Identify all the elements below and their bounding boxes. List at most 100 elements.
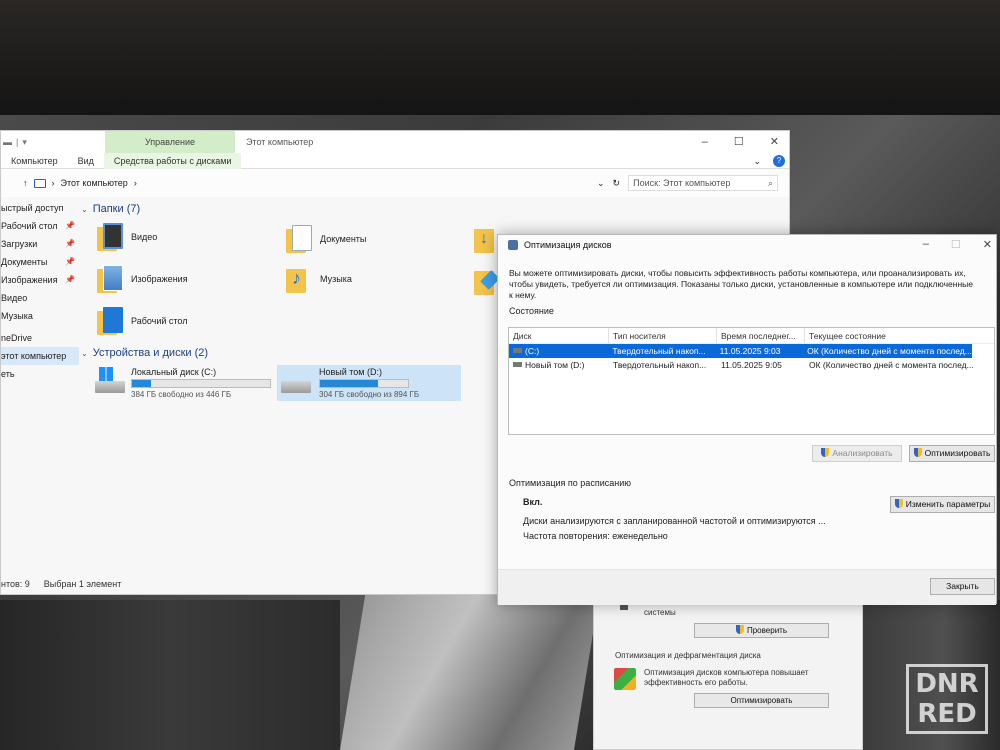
- chevron-down-icon[interactable]: ⌄: [753, 156, 761, 167]
- nav-item-pictures[interactable]: Изображения 📌: [1, 271, 79, 289]
- tab-computer[interactable]: Компьютер: [1, 153, 68, 169]
- close-icon[interactable]: ✕: [770, 131, 779, 153]
- column-header[interactable]: Тип носителя: [609, 328, 717, 343]
- chevron-down-icon: ⌄: [81, 348, 88, 358]
- nav-item-downloads[interactable]: Загрузки 📌: [1, 235, 79, 253]
- desktop-folder-icon: [97, 307, 123, 335]
- check-button[interactable]: Проверить: [694, 623, 829, 638]
- button-label: Анализировать: [832, 448, 893, 458]
- system-properties-window: системы Проверить Оптимизация и дефрагме…: [593, 595, 863, 750]
- section-description: Оптимизация дисков компьютера повышает: [644, 668, 809, 677]
- optimize-button-back[interactable]: Оптимизировать: [694, 693, 829, 708]
- pin-icon: 📌: [65, 275, 75, 284]
- nav-label: Музыка: [1, 311, 33, 321]
- nav-item-documents[interactable]: Документы 📌: [1, 253, 79, 271]
- optimize-button[interactable]: Оптимизировать: [909, 445, 995, 462]
- nav-item-this-pc[interactable]: этот компьютер: [1, 347, 79, 365]
- watermark-line: RED: [917, 699, 977, 729]
- folder-label: Музыка: [320, 274, 352, 284]
- dialog-description: Вы можете оптимизировать диски, чтобы по…: [509, 268, 973, 300]
- nav-label: Загрузки: [1, 239, 38, 249]
- drive-row-c[interactable]: (C:) Твердотельный накоп... 11.05.2025 9…: [509, 344, 972, 358]
- column-header[interactable]: Текущее состояние: [805, 328, 975, 343]
- folders-group-header[interactable]: ⌄ Папки (7): [81, 203, 140, 215]
- nav-label: еть: [1, 369, 15, 379]
- window-controls: – ☐ ✕: [702, 131, 779, 153]
- up-arrow-icon[interactable]: ↑: [23, 178, 28, 188]
- analyze-button[interactable]: Анализировать: [812, 445, 902, 462]
- tab-drive-tools[interactable]: Средства работы с дисками: [103, 152, 242, 169]
- nav-item-onedrive[interactable]: neDrive: [1, 329, 79, 347]
- media-type-cell: Твердотельный накоп...: [613, 360, 707, 370]
- nav-item-videos[interactable]: Видео: [1, 289, 79, 307]
- drive-icon: [513, 362, 522, 367]
- folder-pictures[interactable]: Изображения: [97, 265, 188, 293]
- group-title: Устройства и диски (2): [92, 347, 209, 359]
- section-title: Оптимизация и дефрагментация диска: [615, 651, 761, 660]
- change-settings-button[interactable]: Изменить параметры: [890, 496, 995, 513]
- search-placeholder: Поиск: Этот компьютер: [633, 178, 731, 188]
- section-description: эффективность его работы.: [644, 678, 748, 687]
- dialog-titlebar: Оптимизация дисков: [508, 240, 612, 250]
- drive-name: Новый том (D:): [319, 367, 382, 377]
- nav-item-music[interactable]: Музыка: [1, 307, 79, 325]
- quick-access-toolbar[interactable]: ▬ | ▾: [1, 137, 27, 148]
- nav-item-desktop[interactable]: Рабочий стол 📌: [1, 217, 79, 235]
- search-input[interactable]: Поиск: Этот компьютер ⌕: [628, 175, 779, 191]
- folder-desktop[interactable]: Рабочий стол: [97, 307, 188, 335]
- drive-free-space: 384 ГБ свободно из 446 ГБ: [131, 390, 232, 399]
- maximize-icon[interactable]: ☐: [951, 238, 961, 251]
- folder-label: Документы: [320, 234, 367, 244]
- status-cell: ОК (Количество дней с момента послед...: [809, 360, 974, 370]
- chevron-down-icon[interactable]: ⌄: [597, 178, 605, 189]
- folder-label: Рабочий стол: [131, 316, 188, 326]
- schedule-state: Вкл.: [523, 497, 543, 507]
- drive-d[interactable]: Новый том (D:) 304 ГБ свободно из 894 ГБ: [277, 365, 461, 401]
- watermark-logo: DNR RED: [906, 664, 988, 734]
- refresh-icon[interactable]: ↻: [613, 178, 621, 189]
- breadcrumb[interactable]: Этот компьютер: [61, 178, 128, 188]
- windows-drive-icon: [95, 367, 125, 397]
- minimize-icon[interactable]: –: [923, 238, 929, 251]
- group-title: Папки (7): [92, 203, 141, 215]
- ribbon-context-tab[interactable]: Управление: [105, 131, 235, 153]
- wallpaper-rock: [0, 600, 340, 750]
- status-selection: Выбран 1 элемент: [43, 579, 122, 589]
- check-description: системы: [644, 608, 676, 617]
- shield-icon: [913, 448, 922, 457]
- chevron-right-icon: ›: [51, 178, 55, 188]
- maximize-icon[interactable]: ☐: [734, 131, 744, 153]
- chevron-right-icon: ›: [133, 178, 137, 188]
- button-label: Изменить параметры: [905, 499, 991, 509]
- ribbon-tabs: Компьютер Вид Средства работы с дисками …: [1, 152, 789, 169]
- folder-music[interactable]: ♪ Музыка: [286, 265, 352, 293]
- defrag-app-icon: [508, 240, 518, 250]
- help-icon[interactable]: ?: [773, 155, 785, 167]
- drive-usage-bar: [131, 379, 271, 388]
- search-icon: ⌕: [768, 178, 774, 188]
- tab-view[interactable]: Вид: [68, 153, 104, 169]
- folder-documents[interactable]: Документы: [286, 225, 366, 253]
- quick-access-icon[interactable]: ▬: [3, 137, 12, 148]
- schedule-description: Диски анализируются с запланированной ча…: [523, 516, 826, 526]
- minimize-icon[interactable]: –: [702, 131, 708, 153]
- drives-list[interactable]: Диск Тип носителя Время последнег... Тек…: [508, 327, 995, 435]
- qa-dropdown-icon[interactable]: ▾: [22, 137, 27, 148]
- drive-cell: (C:): [525, 346, 540, 356]
- window-title: Этот компьютер: [246, 137, 314, 147]
- pin-icon: 📌: [65, 257, 75, 266]
- shield-icon: [821, 448, 830, 457]
- close-icon[interactable]: ✕: [983, 238, 992, 251]
- devices-group-header[interactable]: ⌄ Устройства и диски (2): [81, 347, 208, 359]
- nav-item-network[interactable]: еть: [1, 365, 79, 383]
- drive-icon: [513, 348, 522, 353]
- drive-icon: [281, 367, 311, 397]
- drive-row-d[interactable]: Новый том (D:) Твердотельный накоп... 11…: [509, 358, 994, 372]
- drive-c[interactable]: Локальный диск (C:) 384 ГБ свободно из 4…: [91, 365, 275, 401]
- column-header[interactable]: Время последнег...: [717, 328, 805, 343]
- chevron-down-icon: ⌄: [81, 204, 88, 214]
- close-button[interactable]: Закрыть: [930, 578, 995, 595]
- column-header[interactable]: Диск: [509, 328, 609, 343]
- nav-item-quick-access[interactable]: ыстрый доступ: [1, 199, 79, 217]
- folder-video[interactable]: Видео: [97, 223, 157, 251]
